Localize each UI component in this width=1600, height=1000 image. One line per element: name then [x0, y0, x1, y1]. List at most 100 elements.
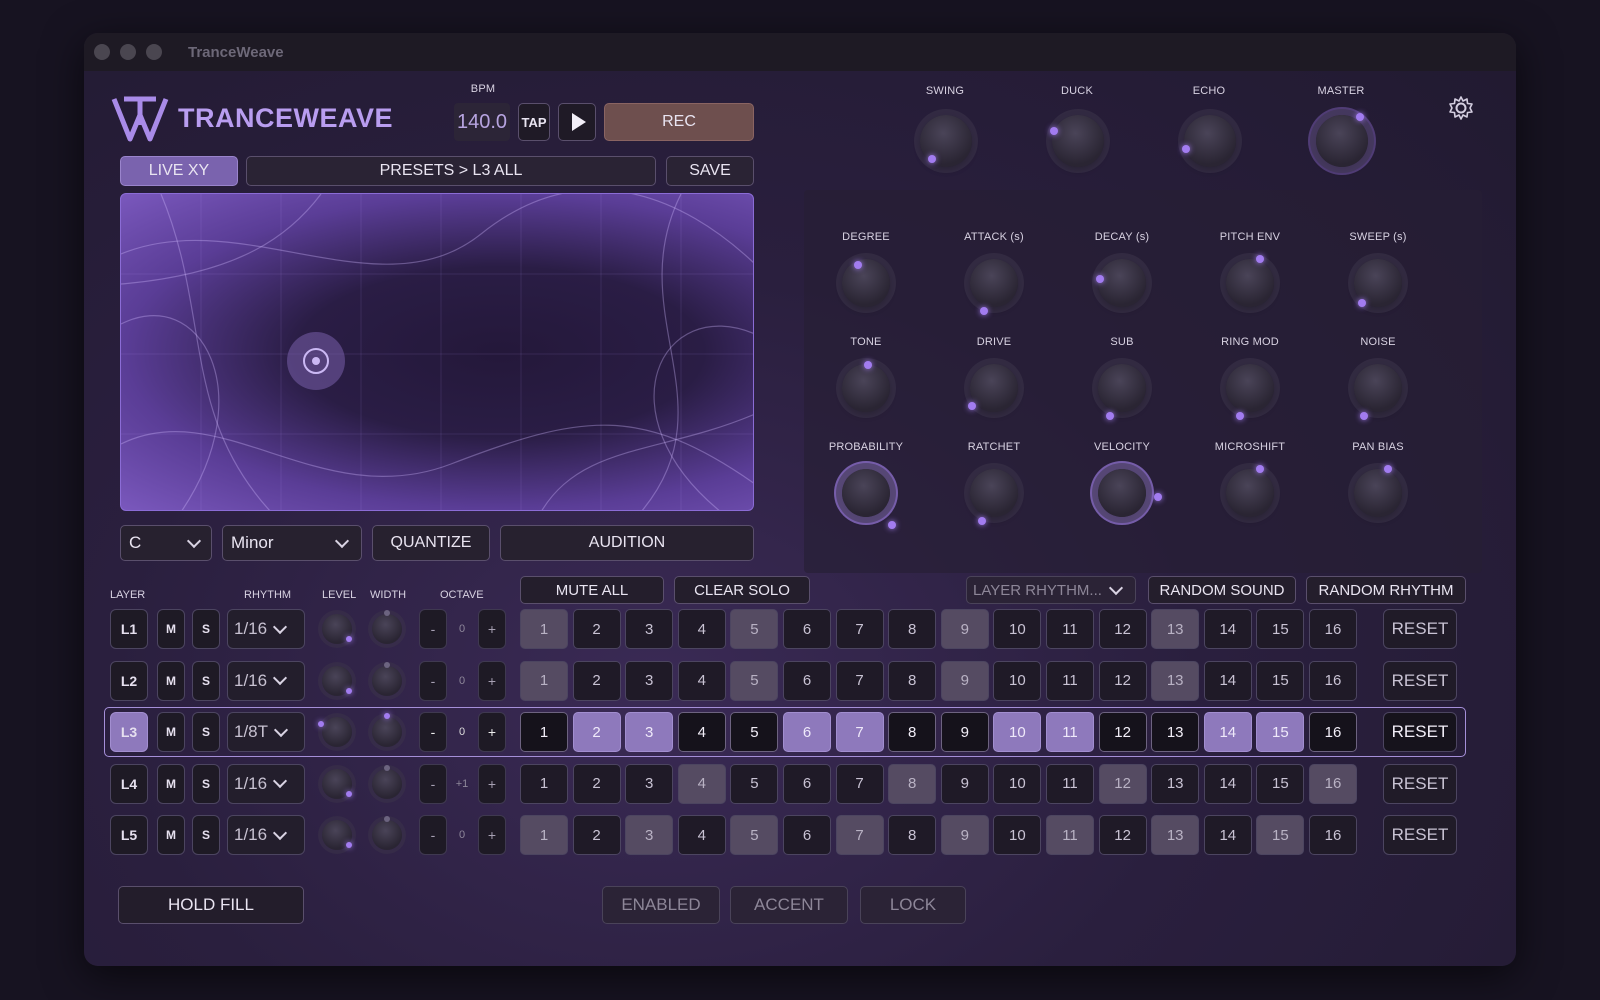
reset-button[interactable]: RESET	[1383, 660, 1457, 701]
step-button[interactable]: 10	[993, 763, 1042, 804]
solo-button[interactable]: S	[192, 712, 220, 752]
width-knob[interactable]	[372, 816, 402, 850]
step-button[interactable]: 6	[783, 609, 831, 649]
random-rhythm-button[interactable]: RANDOM RHYTHM	[1306, 576, 1466, 604]
step-button[interactable]: 7	[835, 815, 884, 855]
synth-knob[interactable]	[1096, 259, 1146, 307]
width-knob[interactable]	[372, 661, 402, 696]
step-button[interactable]: 11	[1046, 712, 1094, 752]
layer-select-button[interactable]: L1	[110, 609, 148, 649]
step-button[interactable]: 3	[625, 660, 674, 701]
step-button[interactable]: 13	[1151, 763, 1200, 804]
step-button[interactable]: 14	[1203, 660, 1252, 701]
step-button[interactable]: 3	[625, 609, 674, 649]
step-button[interactable]: 5	[730, 660, 779, 701]
step-button[interactable]: 6	[783, 763, 831, 804]
step-button[interactable]: 14	[1203, 712, 1252, 752]
step-button[interactable]: 16	[1309, 763, 1357, 804]
step-button[interactable]: 8	[888, 815, 937, 855]
step-button[interactable]: 6	[783, 815, 831, 855]
hold-fill-button[interactable]: HOLD FILL	[118, 886, 304, 924]
octave-up-button[interactable]: +	[478, 815, 506, 855]
step-button[interactable]: 10	[993, 609, 1042, 649]
step-button[interactable]: 2	[572, 609, 621, 649]
mute-button[interactable]: M	[157, 712, 185, 752]
key-select[interactable]: C	[120, 525, 212, 561]
synth-knob[interactable]	[968, 364, 1018, 412]
step-button[interactable]: 16	[1309, 660, 1357, 701]
master-knob[interactable]	[1316, 113, 1368, 167]
step-button[interactable]: 15	[1256, 712, 1305, 752]
minimize-window-button[interactable]	[120, 44, 136, 60]
octave-up-button[interactable]: +	[478, 712, 506, 752]
mute-button[interactable]: M	[157, 660, 185, 701]
mute-button[interactable]: M	[157, 763, 185, 804]
reset-button[interactable]: RESET	[1383, 763, 1457, 804]
synth-knob[interactable]	[842, 361, 890, 412]
solo-button[interactable]: S	[192, 660, 220, 701]
step-button[interactable]: 14	[1203, 763, 1252, 804]
rec-button[interactable]: REC	[604, 103, 754, 141]
step-button[interactable]: 9	[940, 712, 989, 752]
step-button[interactable]: 15	[1256, 609, 1305, 649]
step-button[interactable]: 15	[1256, 660, 1305, 701]
step-button[interactable]: 1	[520, 763, 568, 804]
step-button[interactable]: 10	[993, 815, 1042, 855]
synth-knob[interactable]	[842, 469, 896, 529]
step-button[interactable]: 9	[940, 815, 989, 855]
reset-button[interactable]: RESET	[1383, 712, 1457, 752]
step-button[interactable]: 1	[520, 712, 568, 752]
bpm-field[interactable]: 140.0	[454, 103, 510, 141]
step-button[interactable]: 3	[625, 763, 674, 804]
octave-down-button[interactable]: -	[419, 712, 447, 752]
clear-solo-button[interactable]: CLEAR SOLO	[674, 576, 810, 604]
step-button[interactable]: 1	[520, 815, 568, 855]
level-knob[interactable]	[322, 614, 352, 644]
step-button[interactable]: 13	[1151, 712, 1200, 752]
synth-knob[interactable]	[1354, 259, 1402, 307]
step-button[interactable]: 12	[1098, 609, 1147, 649]
synth-knob[interactable]	[970, 259, 1018, 315]
synth-knob[interactable]	[970, 469, 1018, 525]
step-button[interactable]: 10	[993, 712, 1042, 752]
step-button[interactable]: 2	[572, 660, 621, 701]
mute-all-button[interactable]: MUTE ALL	[520, 576, 664, 604]
step-button[interactable]: 5	[730, 815, 779, 855]
step-button[interactable]: 1	[520, 609, 568, 649]
step-button[interactable]: 9	[940, 609, 989, 649]
step-button[interactable]: 16	[1309, 609, 1357, 649]
octave-down-button[interactable]: -	[419, 609, 447, 649]
octave-up-button[interactable]: +	[478, 660, 506, 701]
rhythm-select[interactable]: 1/16	[227, 660, 305, 701]
step-button[interactable]: 11	[1046, 763, 1094, 804]
synth-knob[interactable]	[1098, 364, 1146, 420]
step-button[interactable]: 14	[1203, 815, 1252, 855]
step-button[interactable]: 4	[677, 609, 726, 649]
step-button[interactable]: 6	[783, 660, 831, 701]
step-button[interactable]: 11	[1046, 609, 1094, 649]
audition-button[interactable]: AUDITION	[500, 525, 754, 561]
mute-button[interactable]: M	[157, 815, 185, 855]
synth-knob[interactable]	[1226, 255, 1274, 307]
step-button[interactable]: 7	[835, 660, 884, 701]
tap-button[interactable]: TAP	[518, 103, 550, 141]
layer-rhythm-select[interactable]: LAYER RHYTHM...	[966, 576, 1136, 604]
lock-button[interactable]: LOCK	[860, 886, 966, 924]
synth-knob[interactable]	[1226, 364, 1274, 420]
step-button[interactable]: 6	[783, 712, 831, 752]
step-button[interactable]: 8	[888, 712, 937, 752]
level-knob[interactable]	[322, 820, 352, 850]
rhythm-select[interactable]: 1/16	[227, 815, 305, 855]
layer-select-button[interactable]: L3	[110, 712, 148, 752]
duck-knob[interactable]	[1050, 115, 1104, 167]
synth-knob[interactable]	[1226, 465, 1274, 517]
level-knob[interactable]	[318, 717, 352, 747]
solo-button[interactable]: S	[192, 815, 220, 855]
save-button[interactable]: SAVE	[666, 156, 754, 186]
step-button[interactable]: 3	[625, 712, 674, 752]
preset-selector[interactable]: PRESETS > L3 ALL	[246, 156, 656, 186]
level-knob[interactable]	[322, 665, 352, 696]
step-button[interactable]: 15	[1256, 763, 1305, 804]
step-button[interactable]: 15	[1256, 815, 1305, 855]
width-knob[interactable]	[372, 713, 402, 747]
